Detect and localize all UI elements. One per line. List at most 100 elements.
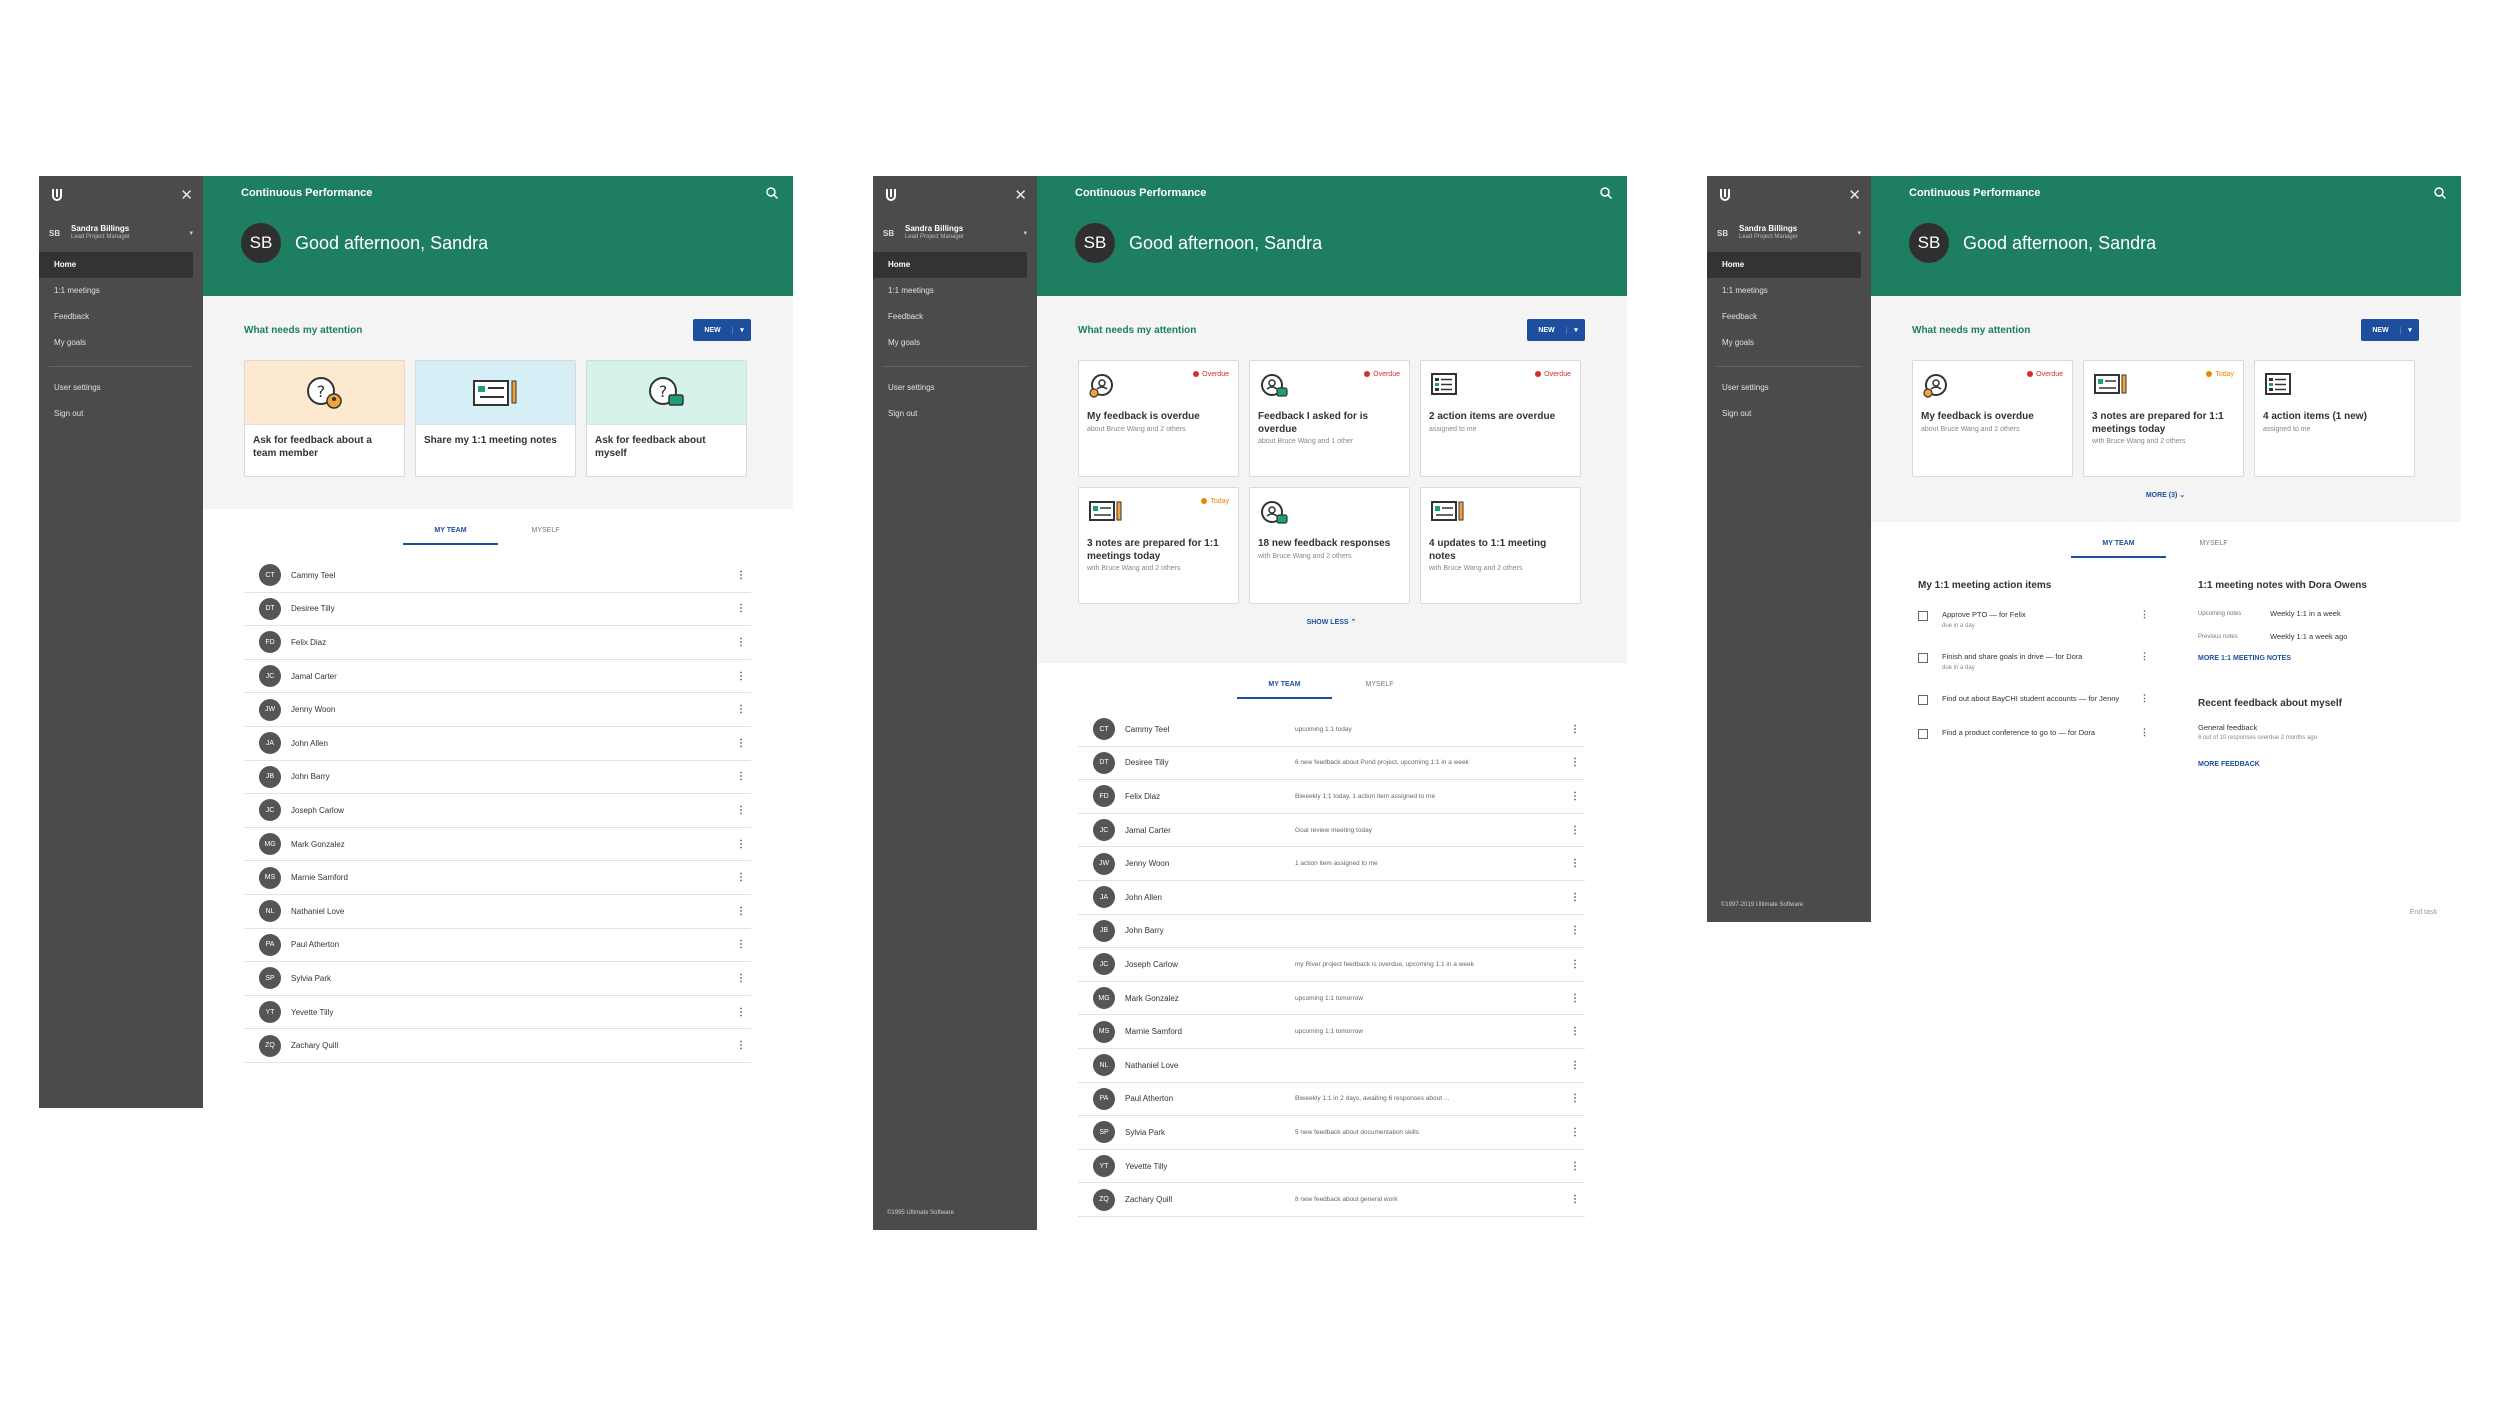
tab-myself[interactable]: MYSELF — [2166, 540, 2261, 558]
more-options-icon[interactable]: ⋮ — [1565, 959, 1585, 970]
nav-feedback[interactable]: Feedback — [1707, 304, 1871, 330]
table-row[interactable]: JW Jenny Woon ⋮ — [244, 693, 751, 727]
table-row[interactable]: MS Marnie Samford ⋮ — [244, 861, 751, 895]
nav-goals[interactable]: My goals — [873, 330, 1037, 356]
table-row[interactable]: ZQ Zachary Quill ⋮ — [244, 1029, 751, 1063]
close-icon[interactable]: ✕ — [180, 186, 193, 204]
table-row[interactable]: JA John Allen ⋮ — [244, 727, 751, 761]
more-options-icon[interactable]: ⋮ — [1565, 825, 1585, 836]
more-options-icon[interactable]: ⋮ — [1565, 1161, 1585, 1172]
user-switcher[interactable]: SB Sandra Billings Lead Project Manager … — [39, 214, 203, 252]
table-row[interactable]: NL Nathaniel Love ⋮ — [1078, 1049, 1585, 1083]
user-switcher[interactable]: SB Sandra Billings Lead Project Manager … — [1707, 214, 1871, 252]
more-options-icon[interactable]: ⋮ — [1565, 1194, 1585, 1205]
table-row[interactable]: SP Sylvia Park 5 new feedback about docume… — [1078, 1116, 1585, 1150]
attention-card[interactable]: Overdue 2 action items are overdue assigne… — [1420, 360, 1581, 477]
new-button[interactable]: NEW ▾ — [2361, 319, 2419, 341]
action-checkbox[interactable] — [1918, 653, 1928, 663]
more-options-icon[interactable]: ⋮ — [731, 906, 751, 917]
table-row[interactable]: PA Paul Atherton Biweekly 1:1 in 2 days, a… — [1078, 1083, 1585, 1117]
more-options-icon[interactable]: ⋮ — [1565, 858, 1585, 869]
table-row[interactable]: JB John Barry ⋮ — [1078, 915, 1585, 949]
table-row[interactable]: FD Felix Diaz Biweekly 1:1 today, 1 action… — [1078, 780, 1585, 814]
nav-home[interactable]: Home — [39, 252, 193, 278]
table-row[interactable]: DT Desiree Tilly ⋮ — [244, 593, 751, 627]
more-options-icon[interactable]: ⋮ — [2140, 693, 2149, 704]
table-row[interactable]: YT Yevette Tilly ⋮ — [1078, 1150, 1585, 1184]
end-task-link[interactable]: End task — [2410, 909, 2437, 916]
tab-my-team[interactable]: MY TEAM — [1237, 681, 1332, 699]
more-options-icon[interactable]: ⋮ — [731, 872, 751, 883]
nav-feedback[interactable]: Feedback — [39, 304, 203, 330]
table-row[interactable]: ZQ Zachary Quill 8 new feedback about gene… — [1078, 1183, 1585, 1217]
more-options-icon[interactable]: ⋮ — [731, 1007, 751, 1018]
more-notes-link[interactable]: MORE 1:1 MEETING NOTES — [2198, 655, 2419, 662]
more-options-icon[interactable]: ⋮ — [731, 637, 751, 648]
more-options-icon[interactable]: ⋮ — [1565, 757, 1585, 768]
nav-home[interactable]: Home — [873, 252, 1027, 278]
table-row[interactable]: JC Joseph Carlow ⋮ — [244, 794, 751, 828]
more-options-icon[interactable]: ⋮ — [1565, 1060, 1585, 1071]
more-options-icon[interactable]: ⋮ — [2140, 727, 2149, 738]
search-icon[interactable] — [1599, 186, 1613, 200]
more-options-icon[interactable]: ⋮ — [731, 570, 751, 581]
table-row[interactable]: NL Nathaniel Love ⋮ — [244, 895, 751, 929]
nav-user-settings[interactable]: User settings — [1707, 375, 1871, 401]
nav-feedback[interactable]: Feedback — [873, 304, 1037, 330]
table-row[interactable]: FD Felix Diaz ⋮ — [244, 626, 751, 660]
tab-myself[interactable]: MYSELF — [498, 527, 593, 545]
nav-home[interactable]: Home — [1707, 252, 1861, 278]
more-options-icon[interactable]: ⋮ — [1565, 892, 1585, 903]
quick-action-card[interactable]: ? Ask for feedback about a team member — [244, 360, 405, 477]
more-options-icon[interactable]: ⋮ — [1565, 1093, 1585, 1104]
action-checkbox[interactable] — [1918, 611, 1928, 621]
more-options-icon[interactable]: ⋮ — [731, 839, 751, 850]
table-row[interactable]: JB John Barry ⋮ — [244, 761, 751, 795]
more-options-icon[interactable]: ⋮ — [1565, 1127, 1585, 1138]
user-switcher[interactable]: SB Sandra Billings Lead Project Manager … — [873, 214, 1037, 252]
nav-meetings[interactable]: 1:1 meetings — [1707, 278, 1871, 304]
close-icon[interactable]: ✕ — [1848, 186, 1861, 204]
nav-goals[interactable]: My goals — [1707, 330, 1871, 356]
quick-action-card[interactable]: ? Ask for feedback about myself — [586, 360, 747, 477]
table-row[interactable]: JW Jenny Woon 1 action item assigned to me… — [1078, 847, 1585, 881]
tab-myself[interactable]: MYSELF — [1332, 681, 1427, 699]
attention-card[interactable]: Today 3 notes are prepared for 1:1 meetin… — [2083, 360, 2244, 477]
attention-card[interactable]: Overdue My feedback is overdue about Bruce… — [1078, 360, 1239, 477]
more-options-icon[interactable]: ⋮ — [731, 704, 751, 715]
attention-card[interactable]: 4 updates to 1:1 meeting notes with Bruce… — [1420, 487, 1581, 604]
close-icon[interactable]: ✕ — [1014, 186, 1027, 204]
more-options-icon[interactable]: ⋮ — [2140, 651, 2149, 662]
search-icon[interactable] — [2433, 186, 2447, 200]
more-options-icon[interactable]: ⋮ — [1565, 1026, 1585, 1037]
new-button[interactable]: NEW ▾ — [1527, 319, 1585, 341]
more-options-icon[interactable]: ⋮ — [731, 1040, 751, 1051]
new-button[interactable]: NEW ▾ — [693, 319, 751, 341]
nav-sign-out[interactable]: Sign out — [873, 401, 1037, 427]
table-row[interactable]: JC Joseph Carlow my River project feedback… — [1078, 948, 1585, 982]
nav-goals[interactable]: My goals — [39, 330, 203, 356]
more-options-icon[interactable]: ⋮ — [1565, 724, 1585, 735]
attention-card[interactable]: Overdue Feedback I asked for is overdue ab… — [1249, 360, 1410, 477]
action-checkbox[interactable] — [1918, 729, 1928, 739]
more-options-icon[interactable]: ⋮ — [2140, 609, 2149, 620]
note-row[interactable]: Previous notes Weekly 1:1 a week ago — [2198, 632, 2419, 641]
more-options-icon[interactable]: ⋮ — [1565, 925, 1585, 936]
nav-user-settings[interactable]: User settings — [39, 375, 203, 401]
nav-meetings[interactable]: 1:1 meetings — [873, 278, 1037, 304]
table-row[interactable]: CT Cammy Teel upcoming 1:1 today ⋮ — [1078, 713, 1585, 747]
tab-my-team[interactable]: MY TEAM — [403, 527, 498, 545]
table-row[interactable]: JC Jamal Carter ⋮ — [244, 660, 751, 694]
nav-sign-out[interactable]: Sign out — [1707, 401, 1871, 427]
show-less-button[interactable]: SHOW LESS ⌃ — [1078, 618, 1585, 626]
nav-sign-out[interactable]: Sign out — [39, 401, 203, 427]
table-row[interactable]: CT Cammy Teel ⋮ — [244, 559, 751, 593]
table-row[interactable]: JC Jamal Carter Goal review meeting today ⋮ — [1078, 814, 1585, 848]
table-row[interactable]: SP Sylvia Park ⋮ — [244, 962, 751, 996]
nav-user-settings[interactable]: User settings — [873, 375, 1037, 401]
more-options-icon[interactable]: ⋮ — [1565, 993, 1585, 1004]
attention-card[interactable]: Today 3 notes are prepared for 1:1 meetin… — [1078, 487, 1239, 604]
more-options-icon[interactable]: ⋮ — [731, 771, 751, 782]
action-checkbox[interactable] — [1918, 695, 1928, 705]
table-row[interactable]: MS Marnie Samford upcoming 1:1 tomorrow ⋮ — [1078, 1015, 1585, 1049]
